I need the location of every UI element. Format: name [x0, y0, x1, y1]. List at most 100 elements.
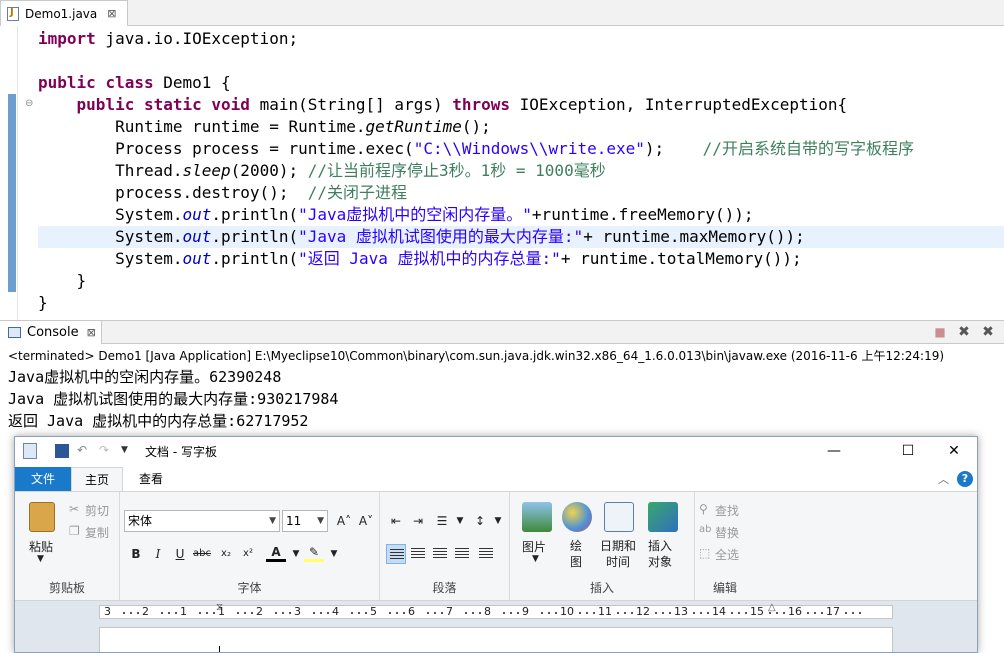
- ruler-tick: [859, 612, 861, 614]
- insert-picture-button[interactable]: 图片: [522, 538, 546, 555]
- undo-icon[interactable]: ↶: [77, 443, 87, 459]
- group-label-editing: 编辑: [712, 581, 737, 595]
- text-color-icon[interactable]: A: [266, 542, 286, 562]
- remove-launch-icon[interactable]: ✖: [956, 324, 972, 340]
- ruler-tick: [389, 612, 391, 614]
- minimize-icon[interactable]: —: [819, 441, 849, 461]
- font-family-select[interactable]: 宋体 ▼: [124, 510, 280, 532]
- customize-toolbar-icon[interactable]: ▼: [121, 445, 128, 461]
- decrease-indent-icon[interactable]: ⇤: [386, 511, 406, 531]
- tab-view[interactable]: 查看: [125, 467, 177, 491]
- paste-button[interactable]: 粘贴: [29, 538, 53, 555]
- highlight-icon[interactable]: ✎: [304, 542, 324, 562]
- editor-tab-demo1[interactable]: Demo1.java ⊠: [0, 0, 128, 26]
- ruler-tick: [783, 612, 785, 614]
- code-line-1: import java.io.IOException;: [38, 29, 299, 48]
- chevron-down-icon[interactable]: ▼: [532, 554, 539, 564]
- code-line-3: public class Demo1 {: [38, 73, 231, 92]
- object-icon[interactable]: [648, 502, 678, 532]
- collapse-ribbon-icon[interactable]: ︿: [938, 471, 949, 487]
- ruler-number: 10: [560, 605, 574, 618]
- tab-file[interactable]: 文件: [15, 467, 71, 491]
- document-page[interactable]: [99, 627, 893, 652]
- close-icon[interactable]: ⊠: [87, 326, 96, 339]
- paste-dropdown-icon[interactable]: ▼: [37, 554, 44, 564]
- chevron-down-icon[interactable]: ▼: [286, 544, 306, 564]
- wordpad-app-icon[interactable]: [23, 443, 37, 459]
- close-icon[interactable]: ⊠: [107, 7, 116, 20]
- console-output-line: Java虚拟机中的空闲内存量。62390248: [8, 368, 282, 386]
- chevron-down-icon[interactable]: ▼: [450, 511, 470, 531]
- ribbon-tabs: 文件 主页 查看 ︿ ?: [15, 467, 977, 491]
- tab-home[interactable]: 主页: [71, 467, 123, 491]
- ruler-number: 3: [104, 605, 111, 618]
- code-line-11: System.out.println("返回 Java 虚拟机中的内存总量:"+…: [115, 249, 802, 268]
- java-file-icon: [7, 6, 19, 21]
- shrink-font-icon[interactable]: A˅: [356, 511, 376, 531]
- paint-icon[interactable]: [562, 502, 592, 532]
- find-button[interactable]: 查找: [715, 502, 739, 519]
- help-icon[interactable]: ?: [957, 471, 973, 487]
- bullets-icon[interactable]: ☰: [432, 511, 452, 531]
- line-spacing-icon[interactable]: ↕: [470, 511, 490, 531]
- fold-icon[interactable]: ⊖: [25, 98, 33, 109]
- console-output-line: Java 虚拟机试图使用的最大内存量:930217984: [8, 390, 339, 408]
- ruler-number: 16: [788, 605, 802, 618]
- ruler-tick: [731, 612, 733, 614]
- ribbon-home: 粘贴 ▼ ✂ 剪切 ❐ 复制 剪贴板 宋体 ▼ 11 ▼ A˄ A˅ B I U…: [15, 491, 977, 601]
- insert-datetime-button[interactable]: 日期和时间: [598, 538, 638, 570]
- save-icon[interactable]: [55, 444, 69, 458]
- console-output-line: 返回 Java 虚拟机中的内存总量:62717952: [8, 412, 309, 430]
- underline-icon[interactable]: U: [170, 544, 190, 564]
- chevron-down-icon[interactable]: ▼: [324, 544, 344, 564]
- ruler-number: 13: [674, 605, 688, 618]
- find-icon: ⚲: [699, 502, 708, 516]
- align-center-icon[interactable]: [408, 544, 428, 564]
- subscript-icon[interactable]: x₂: [216, 544, 236, 564]
- insert-object-button[interactable]: 插入对象: [646, 538, 674, 570]
- code-line-4: public static void main(String[] args) t…: [76, 95, 848, 114]
- picture-icon[interactable]: [522, 502, 552, 532]
- ruler-tick: [137, 612, 139, 614]
- ruler-tick: [503, 612, 505, 614]
- grow-font-icon[interactable]: A˄: [334, 511, 354, 531]
- chevron-down-icon[interactable]: ▼: [488, 511, 508, 531]
- align-left-icon[interactable]: [386, 544, 406, 564]
- ruler-tick: [579, 612, 581, 614]
- code-line-10-current: System.out.println("Java 虚拟机试图使用的最大内存量:"…: [38, 226, 1004, 248]
- maximize-icon[interactable]: ☐: [893, 441, 923, 461]
- superscript-icon[interactable]: x²: [238, 544, 258, 564]
- strikethrough-icon[interactable]: abc: [192, 544, 212, 564]
- paste-icon[interactable]: [29, 502, 55, 532]
- cut-button[interactable]: 剪切: [85, 502, 109, 519]
- paragraph-settings-icon[interactable]: [476, 544, 496, 564]
- remove-all-terminated-icon[interactable]: ✖: [980, 324, 996, 340]
- ruler-tick: [282, 612, 284, 614]
- copy-button[interactable]: 复制: [85, 524, 109, 541]
- code-editor[interactable]: ⊖ import java.io.IOException; public cla…: [0, 26, 1004, 320]
- text-caret: [219, 646, 220, 652]
- ruler-tick: [745, 612, 747, 614]
- terminate-icon[interactable]: ■: [932, 324, 948, 340]
- font-size-select[interactable]: 11 ▼: [282, 510, 328, 532]
- ruler-tick: [161, 612, 163, 614]
- datetime-icon[interactable]: [604, 502, 634, 532]
- ruler[interactable]: ⧖ △ 3 2 1 1 2 3 4 5 6 7 8 9 10 11 12 13 14 15 16 17: [99, 602, 893, 619]
- replace-button[interactable]: 替换: [715, 524, 739, 541]
- select-all-button[interactable]: 全选: [715, 546, 739, 563]
- ruler-tick: [472, 612, 474, 614]
- insert-drawing-button[interactable]: 绘图: [570, 538, 582, 570]
- ruler-number: 1: [218, 605, 225, 618]
- group-insert: 图片 ▼ 绘图 日期和时间 插入对象 插入: [510, 492, 695, 600]
- ruler-tick: [244, 612, 246, 614]
- bold-icon[interactable]: B: [126, 544, 146, 564]
- redo-icon[interactable]: ↷: [99, 443, 109, 459]
- ruler-tick: [275, 612, 277, 614]
- ruler-tick: [351, 612, 353, 614]
- console-tab[interactable]: Console ⊠: [0, 321, 102, 344]
- justify-icon[interactable]: [452, 544, 472, 564]
- italic-icon[interactable]: I: [148, 544, 168, 564]
- align-right-icon[interactable]: [430, 544, 450, 564]
- increase-indent-icon[interactable]: ⇥: [408, 511, 428, 531]
- close-window-icon[interactable]: ✕: [939, 441, 969, 461]
